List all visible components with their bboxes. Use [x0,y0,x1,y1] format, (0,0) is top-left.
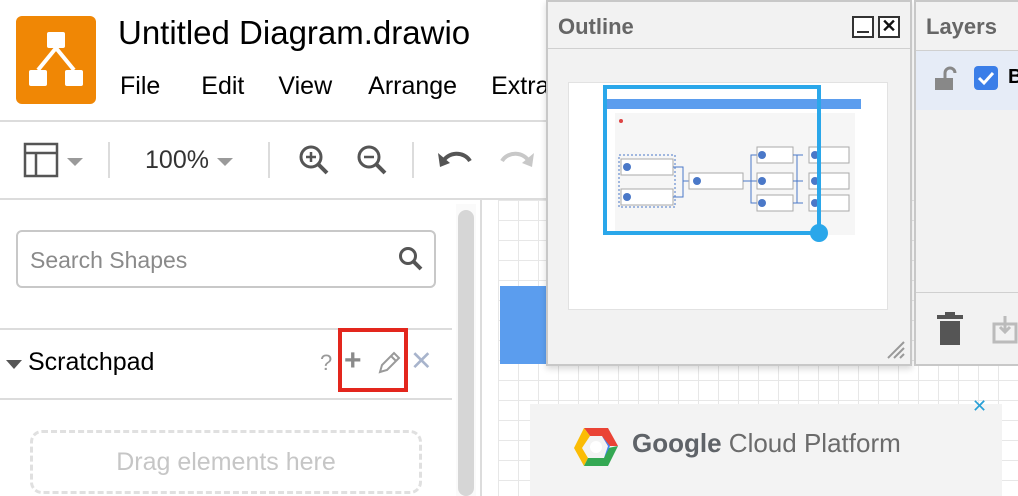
google-cloud-logo-icon [574,428,618,466]
ad-banner[interactable]: Google Cloud Platform [530,404,1002,496]
zoom-dropdown[interactable]: 100% [130,140,248,180]
redo-button[interactable] [496,140,536,180]
zoom-out-icon [357,145,387,175]
resize-handle-icon[interactable] [884,338,906,360]
move-to-layer-icon[interactable] [992,314,1018,344]
layer-visible-checkbox[interactable] [974,66,998,90]
ad-close-button[interactable]: ✕ [972,396,987,417]
layers-footer-divider [916,292,1018,293]
toolbar-separator [108,142,110,178]
zoom-out-button[interactable] [352,140,392,180]
zoom-level: 100% [145,145,209,174]
panel-layout-icon [23,142,59,178]
menu-edit[interactable]: Edit [201,72,244,104]
menu-bar: File Edit View Arrange Extras [120,72,562,104]
diagram-thumbnail [603,85,861,242]
toolbar-separator [412,142,414,178]
scratchpad-help-button[interactable]: ? [320,350,332,376]
search-shapes-box [16,230,436,288]
header-divider [0,120,548,122]
undo-icon [438,151,472,167]
format-panel-button[interactable] [18,140,88,180]
redo-icon [500,151,534,167]
zoom-in-button[interactable] [294,140,334,180]
sidebar-divider[interactable] [480,200,482,496]
drop-zone-text: Drag elements here [116,447,336,476]
ad-product: Cloud Platform [728,428,901,458]
outline-preview[interactable] [568,82,888,310]
search-icon[interactable] [398,246,424,272]
canvas-selected-shape[interactable] [500,286,548,364]
chevron-down-icon [67,158,83,166]
scratchpad-close-button[interactable]: ✕ [410,346,433,377]
search-shapes-input[interactable] [30,244,380,276]
scratchpad-drop-zone[interactable]: Drag elements here [30,430,422,494]
outline-title[interactable]: Outline [558,14,634,40]
outline-titlebar-divider [548,48,910,49]
highlight-annotation [338,328,408,392]
layers-window: Layers B [914,0,1018,366]
ad-brand: Google [632,428,722,458]
outline-close-button[interactable]: ✕ [878,16,900,38]
collapse-caret-icon[interactable] [6,360,22,369]
menu-arrange[interactable]: Arrange [368,72,457,104]
checkmark-icon [977,71,995,86]
drawio-logo-icon [16,16,96,104]
scratchpad-title[interactable]: Scratchpad [28,348,154,377]
outline-window: Outline ✕ [546,0,912,366]
chevron-down-icon [216,158,233,166]
layer-name[interactable]: B [1008,66,1018,89]
menu-file[interactable]: File [120,72,160,104]
ad-text: Google Cloud Platform [632,428,901,459]
sidebar-scrollbar-thumb[interactable] [458,210,474,496]
document-title[interactable]: Untitled Diagram.drawio [118,14,470,52]
trash-icon[interactable] [936,312,964,346]
layers-title[interactable]: Layers [926,14,997,40]
scratchpad-divider [0,398,452,400]
zoom-in-icon [299,145,329,175]
menu-view[interactable]: View [278,72,332,104]
undo-button[interactable] [436,140,476,180]
unlock-icon[interactable] [932,66,958,92]
toolbar-separator [268,142,270,178]
outline-minimize-button[interactable] [852,16,874,38]
